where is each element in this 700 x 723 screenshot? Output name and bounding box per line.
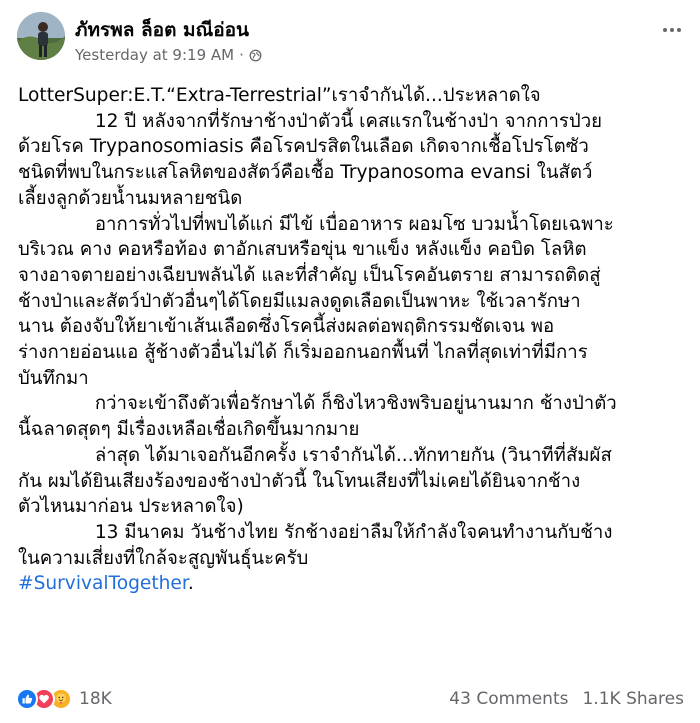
hashtag-suffix: . — [187, 573, 194, 595]
comments-count[interactable]: 43 Comments — [449, 689, 568, 709]
post-body: LotterSuper:E.T.“Extra-Terrestrial”เราจำ… — [18, 83, 686, 597]
dot-2 — [670, 28, 674, 32]
post-line: นาน ต้องจับให้ยาเข้าเส้นเลือดซึ่งโรคนี้ส… — [18, 316, 555, 338]
dot-1 — [663, 28, 667, 32]
avatar[interactable] — [17, 12, 65, 60]
post-line: ตัวไหนมาก่อน ประหลาดใจ) — [18, 496, 244, 518]
post-line: กว่าจะเข้าถึงตัวเพื่อรักษาได้ ก็ชิงไหวชิ… — [18, 393, 617, 415]
post-line: นี้ฉลาดสุดๆ มีเรื่องเหลือเชื่อเกิดขึ้นมา… — [18, 419, 360, 441]
post-line: อาการทั่วไปที่พบได้แก่ มีไข้ เบื่ออาหาร … — [18, 213, 614, 235]
hashtag-link[interactable]: #SurvivalTogether — [18, 573, 188, 594]
post-line: 13 มีนาคม วันช้างไทย รักช้างอย่าลืมให้กำ… — [18, 521, 613, 543]
more-options-icon[interactable] — [660, 18, 684, 42]
post-header: ภัทรพล ล็อต มณีอ่อน Yesterday at 9:19 AM… — [17, 12, 686, 68]
post-line: ชนิดที่พบในกระแสโลหิตของสัตว์คือเชื้อ Tr… — [18, 162, 593, 184]
author-name[interactable]: ภัทรพล ล็อต มณีอ่อน — [75, 15, 249, 45]
reaction-icons — [16, 688, 72, 710]
post-line: บันทึกมา — [18, 367, 89, 389]
post-line: บริเวณ คาง คอหรือท้อง ตาอักเสบหรือขุ่น ข… — [18, 239, 587, 261]
shares-count[interactable]: 1.1K Shares — [582, 689, 684, 709]
post-line: LotterSuper:E.T.“Extra-Terrestrial”เราจำ… — [18, 85, 541, 106]
hashtag-line: #SurvivalTogether. — [18, 571, 686, 597]
dot-3 — [677, 28, 681, 32]
post-timestamp[interactable]: Yesterday at 9:19 AM — [75, 46, 234, 64]
post-line: 12 ปี หลังจากที่รักษาช้างป่าตัวนี้ เคสแร… — [18, 110, 603, 132]
post-line: ในความเสี่ยงที่ใกล้จะสูญพันธุ์นะครับ — [18, 547, 309, 569]
post-meta: Yesterday at 9:19 AM · — [75, 46, 262, 64]
post-line: เลี้ยงลูกด้วยน้ำนมหลายชนิด — [18, 187, 243, 209]
post-line: จางอาจตายอย่างเฉียบพลันได้ และที่สำคัญ เ… — [18, 264, 601, 286]
reactions-summary[interactable]: 18K — [16, 688, 112, 710]
post-line: ด้วยโรค Trypanosomiasis คือโรคปรสิตในเลื… — [18, 136, 589, 158]
post-stats: 43 Comments 1.1K Shares — [449, 689, 684, 709]
post-line: ร่างกายอ่อนแอ สู้ช้างตัวอื่นไม่ได้ ก็เริ… — [18, 342, 588, 364]
avatar-photo — [17, 12, 65, 60]
post-line: กัน ผมได้ยินเสียงร้องของช้างป่าตัวนี้ ใน… — [18, 470, 581, 492]
post-line: ช้างป่าและสัตว์ป่าตัวอื่นๆได้โดยมีแมลงดู… — [18, 290, 581, 312]
post-line: ล่าสุด ได้มาเจอกันอีกครั้ง เราจำกันได้..… — [18, 444, 612, 466]
post-footer: 18K 43 Comments 1.1K Shares — [16, 684, 684, 714]
globe-icon[interactable] — [249, 49, 262, 62]
like-icon — [16, 688, 38, 710]
reaction-count[interactable]: 18K — [79, 689, 112, 709]
meta-separator: · — [239, 46, 244, 64]
facebook-post: ภัทรพล ล็อต มณีอ่อน Yesterday at 9:19 AM… — [0, 0, 700, 723]
